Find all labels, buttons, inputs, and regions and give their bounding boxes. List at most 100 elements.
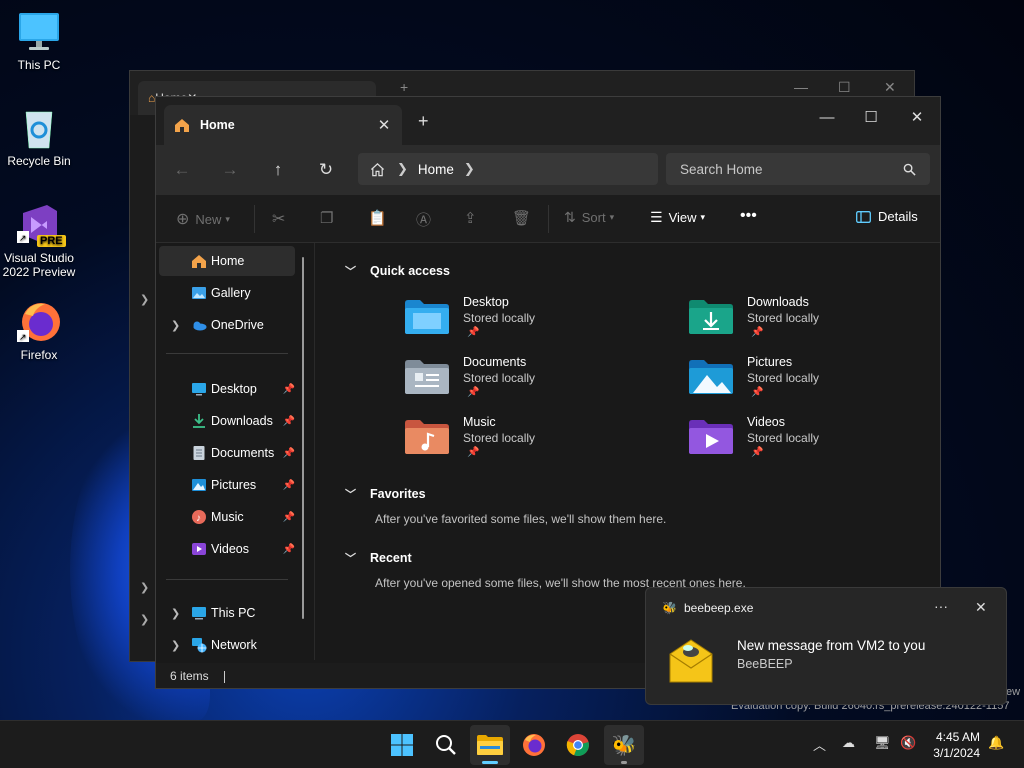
- section-quick-access[interactable]: ﹀ Quick access: [345, 263, 450, 279]
- sidebar-item-label: Downloads: [211, 414, 273, 428]
- sidebar-item-label: Desktop: [211, 382, 257, 396]
- show-hidden-icons-chevron-icon[interactable]: ︿: [813, 735, 826, 754]
- share-icon[interactable]: ⇪: [464, 209, 477, 227]
- onedrive-offline-icon[interactable]: ☁: [842, 735, 855, 751]
- back-minimize-icon[interactable]: —: [794, 79, 808, 95]
- chevron-down-icon[interactable]: ﹀: [345, 486, 356, 502]
- expand-chevron-icon[interactable]: ❯: [171, 607, 180, 620]
- sidebar-item-downloads[interactable]: Downloads 📌: [159, 406, 295, 436]
- search-box[interactable]: Search Home: [666, 153, 930, 185]
- home-icon: [175, 119, 189, 132]
- system-clock[interactable]: 4:45 AM 3/1/2024: [928, 729, 980, 761]
- recycle-bin-icon: [17, 106, 61, 150]
- start-button[interactable]: [382, 725, 422, 765]
- new-button[interactable]: ⊕ New ▾: [176, 209, 230, 229]
- refresh-icon[interactable]: ↻: [302, 160, 350, 180]
- sidebar-item-network[interactable]: ❯ Network: [159, 630, 295, 660]
- sidebar-item-gallery[interactable]: Gallery: [159, 278, 295, 308]
- title-bar[interactable]: Home ✕ + — ☐ ✕: [156, 97, 940, 145]
- taskbar-firefox[interactable]: [514, 725, 554, 765]
- expand-chevron-icon[interactable]: ❯: [171, 639, 180, 652]
- back-close-icon[interactable]: ✕: [884, 79, 896, 96]
- notification-bell-icon[interactable]: 🔔: [988, 735, 1004, 751]
- firefox-icon: ↗: [17, 300, 61, 344]
- quick-access-downloads[interactable]: Downloads Stored locally 📌: [689, 295, 889, 351]
- copy-icon[interactable]: ❐: [320, 209, 333, 227]
- tab-close-icon[interactable]: ✕: [376, 116, 392, 134]
- expand-chevron-icon[interactable]: ❯: [171, 319, 180, 332]
- quick-access-documents[interactable]: Documents Stored locally 📌: [405, 355, 605, 411]
- toast-title: New message from VM2 to you: [737, 638, 926, 653]
- notification-toast[interactable]: 🐝 beebeep.exe ··· ✕ New message from VM2…: [645, 587, 1007, 705]
- chevron-down-icon[interactable]: ﹀: [345, 550, 356, 566]
- maximize-icon[interactable]: ☐: [848, 103, 894, 133]
- taskbar-file-explorer[interactable]: [470, 725, 510, 765]
- quick-access-music[interactable]: Music Stored locally 📌: [405, 415, 605, 471]
- quick-access-pictures[interactable]: Pictures Stored locally 📌: [689, 355, 889, 411]
- sidebar-item-desktop[interactable]: Desktop 📌: [159, 374, 295, 404]
- sidebar-scrollbar[interactable]: [302, 257, 304, 619]
- toast-close-icon[interactable]: ✕: [975, 599, 987, 616]
- quick-access-videos[interactable]: Videos Stored locally 📌: [689, 415, 889, 471]
- sidebar-item-label: Network: [211, 638, 257, 652]
- sidebar-item-onedrive[interactable]: ❯ OneDrive: [159, 310, 295, 340]
- sidebar-item-music[interactable]: ♪ Music 📌: [159, 502, 295, 532]
- pin-icon: 📌: [751, 327, 764, 338]
- sidebar-item-this-pc[interactable]: ❯ This PC: [159, 598, 295, 628]
- rename-icon[interactable]: Ⓐ: [416, 209, 431, 230]
- back-chevron-icon: ❯: [140, 582, 150, 594]
- forward-arrow-icon[interactable]: →: [206, 160, 254, 180]
- address-bar[interactable]: ❯ Home ❯: [358, 153, 658, 185]
- more-options-icon[interactable]: ···: [934, 598, 948, 614]
- new-label: New: [195, 211, 222, 227]
- cut-icon[interactable]: ✂: [272, 209, 285, 229]
- monitor-icon: [17, 10, 61, 54]
- breadcrumb-chevron-icon[interactable]: ❯: [464, 161, 475, 177]
- paste-icon[interactable]: 📋: [368, 209, 387, 227]
- pin-icon: 📌: [751, 447, 764, 458]
- item-name: Videos: [747, 415, 785, 429]
- minimize-icon[interactable]: —: [804, 103, 850, 133]
- item-status: Stored locally: [747, 431, 820, 445]
- up-arrow-icon[interactable]: ↑: [254, 160, 302, 180]
- desktop-icon-recycle-bin[interactable]: Recycle Bin: [1, 106, 77, 168]
- details-button[interactable]: Details: [856, 209, 918, 224]
- close-icon[interactable]: ✕: [894, 103, 940, 133]
- svg-text:↗: ↗: [19, 332, 27, 342]
- section-favorites[interactable]: ﹀ Favorites: [345, 486, 426, 502]
- back-maximize-icon[interactable]: ☐: [838, 79, 851, 96]
- new-tab-icon[interactable]: +: [418, 111, 429, 132]
- more-options-icon[interactable]: •••: [740, 207, 757, 225]
- volume-muted-icon[interactable]: 🔇: [900, 735, 916, 751]
- svg-text:↗: ↗: [19, 233, 27, 243]
- home-icon: [192, 255, 206, 268]
- sidebar-item-videos[interactable]: Videos 📌: [159, 534, 295, 564]
- taskbar-chrome[interactable]: [558, 725, 598, 765]
- search-button[interactable]: [426, 725, 466, 765]
- taskbar-beebeep[interactable]: 🐝: [604, 725, 644, 765]
- desktop-icon-firefox[interactable]: ↗ Firefox: [1, 300, 77, 362]
- delete-icon[interactable]: 🗑: [512, 209, 531, 227]
- pin-icon: 📌: [282, 383, 295, 395]
- quick-access-desktop[interactable]: Desktop Stored locally 📌: [405, 295, 605, 351]
- desktop-icon-this-pc[interactable]: This PC: [1, 10, 77, 72]
- breadcrumb-home[interactable]: Home: [418, 162, 454, 177]
- svg-text:♪: ♪: [196, 513, 201, 524]
- view-button[interactable]: ☰ View ▾: [650, 209, 705, 226]
- clock-time: 4:45 AM: [935, 730, 980, 744]
- back-new-tab-icon[interactable]: +: [400, 79, 408, 95]
- back-arrow-icon[interactable]: ←: [158, 160, 206, 180]
- clock-date: 3/1/2024: [933, 746, 980, 760]
- desktop-icon-visual-studio[interactable]: ↗ PRE Visual Studio 2022 Preview: [1, 203, 77, 279]
- sort-button[interactable]: ⇅ Sort ▾: [564, 209, 614, 226]
- network-status-icon[interactable]: 🖥: [874, 735, 891, 751]
- back-chevron-icon: ❯: [140, 614, 150, 626]
- tab-home[interactable]: Home ✕: [164, 105, 402, 145]
- sidebar-item-documents[interactable]: Documents 📌: [159, 438, 295, 468]
- sidebar-item-home[interactable]: Home: [159, 246, 295, 276]
- section-recent[interactable]: ﹀ Recent: [345, 550, 412, 566]
- sort-icon: ⇅: [564, 209, 576, 225]
- navigation-bar: ← → ↑ ↻ ❯ Home ❯ Search Home: [156, 145, 940, 195]
- chevron-down-icon[interactable]: ﹀: [345, 263, 356, 279]
- sidebar-item-pictures[interactable]: Pictures 📌: [159, 470, 295, 500]
